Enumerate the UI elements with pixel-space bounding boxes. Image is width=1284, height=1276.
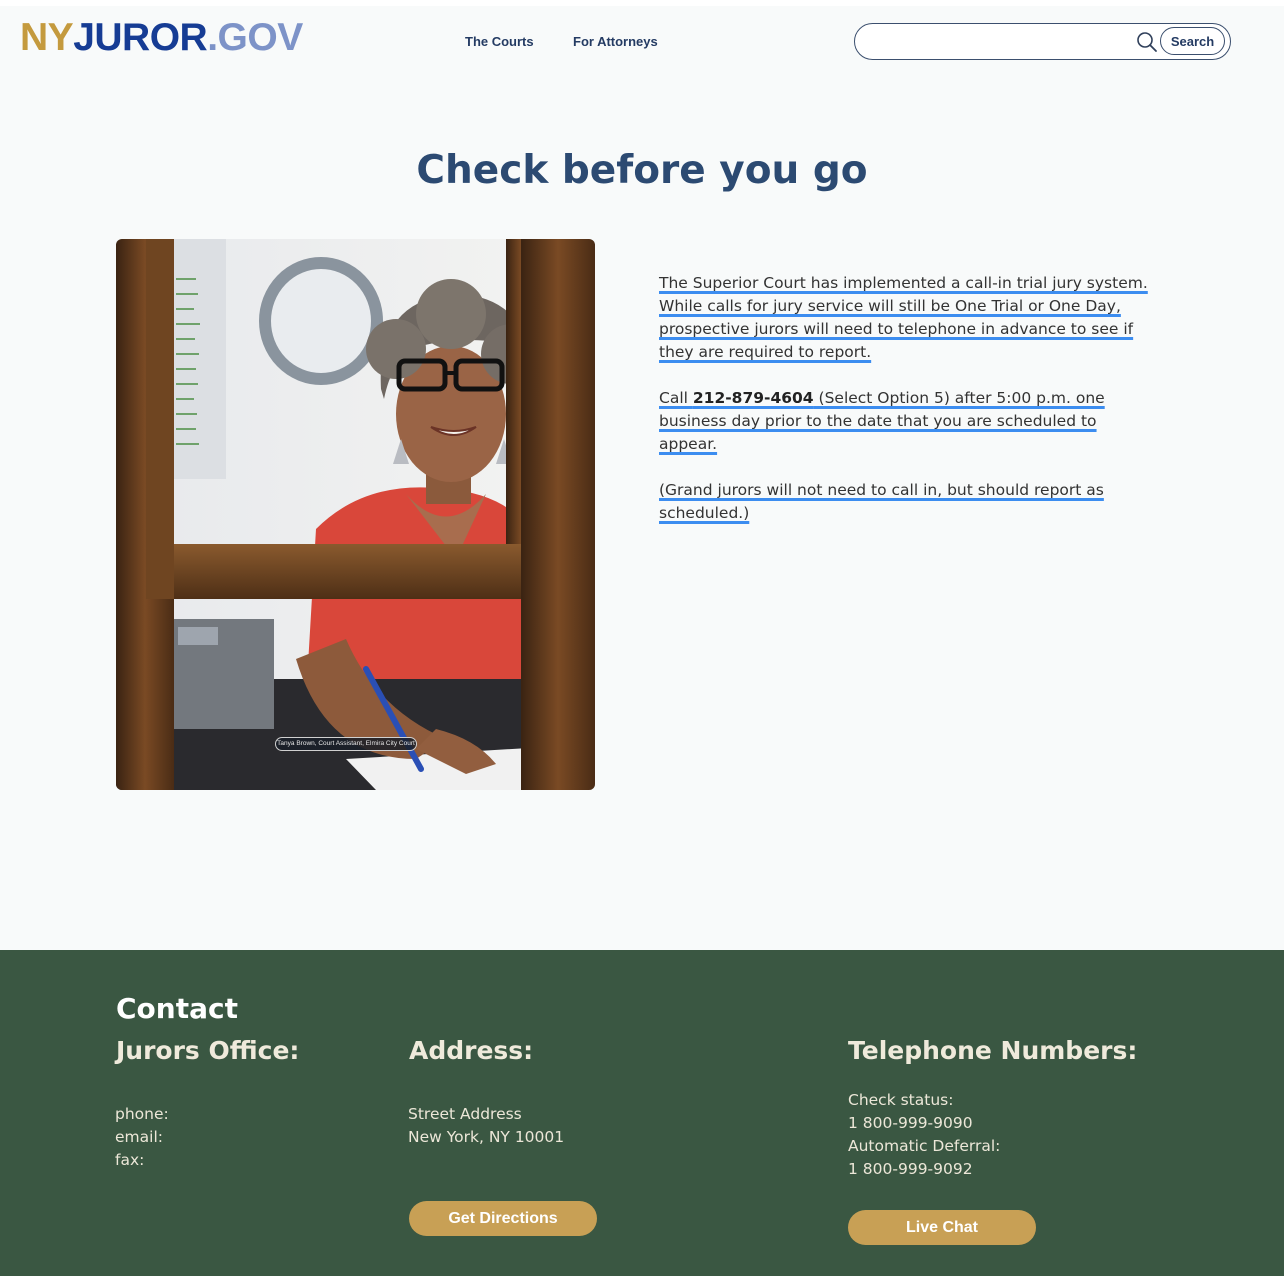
phone-number: 212-879-4604	[692, 389, 814, 407]
nav-for-attorneys[interactable]: For Attorneys	[573, 34, 658, 49]
check-status-label: Check status:	[848, 1091, 954, 1109]
page-title: Check before you go	[416, 148, 868, 193]
contact-heading: Contact	[116, 992, 238, 1025]
live-chat-button[interactable]: Live Chat	[848, 1210, 1036, 1245]
paragraph-grand-jurors: (Grand jurors will not need to call in, …	[659, 479, 1159, 525]
site-logo[interactable]: NYJUROR.GOV	[20, 16, 303, 60]
call-prefix: Call	[659, 389, 693, 407]
grand-jurors-text: (Grand jurors will not need to call in, …	[659, 481, 1104, 522]
search-input[interactable]	[867, 29, 1129, 54]
address-heading: Address:	[409, 1036, 534, 1065]
search-bar: Search	[854, 23, 1231, 60]
site-footer: Contact Jurors Office: phone: email: fax…	[0, 950, 1284, 1276]
check-status-number[interactable]: 1 800-999-9090	[848, 1114, 973, 1132]
jurors-fax-label: fax:	[115, 1151, 145, 1169]
logo-juror: JUROR	[73, 16, 208, 59]
paragraph-call-instructions: Call 212-879-4604 (Select Option 5) afte…	[659, 387, 1159, 456]
info-copy: The Superior Court has implemented a cal…	[659, 272, 1159, 548]
paragraph-call-in-text: The Superior Court has implemented a cal…	[659, 274, 1148, 361]
jurors-phone-label: phone:	[115, 1105, 169, 1123]
search-icon[interactable]	[1136, 31, 1158, 53]
address-line-2: New York, NY 10001	[408, 1128, 565, 1146]
logo-gov: .GOV	[207, 16, 303, 59]
nav-the-courts[interactable]: The Courts	[465, 34, 534, 49]
telephone-numbers-heading: Telephone Numbers:	[848, 1036, 1138, 1065]
address-line-1: Street Address	[408, 1105, 522, 1123]
jurors-office-heading: Jurors Office:	[116, 1036, 300, 1065]
photo-caption: Tanya Brown, Court Assistant, Elmira Cit…	[275, 737, 417, 751]
search-button[interactable]: Search	[1160, 27, 1225, 55]
site-header: NYJUROR.GOV The Courts For Attorneys Sea…	[0, 6, 1284, 82]
get-directions-button[interactable]: Get Directions	[409, 1201, 597, 1236]
jurors-email-label: email:	[115, 1128, 163, 1146]
juror-office-photo: Tanya Brown, Court Assistant, Elmira Cit…	[116, 239, 595, 790]
logo-ny: NY	[20, 16, 74, 59]
paragraph-call-in-system: The Superior Court has implemented a cal…	[659, 272, 1159, 364]
automatic-deferral-label: Automatic Deferral:	[848, 1137, 1001, 1155]
automatic-deferral-number[interactable]: 1 800-999-9092	[848, 1160, 973, 1178]
